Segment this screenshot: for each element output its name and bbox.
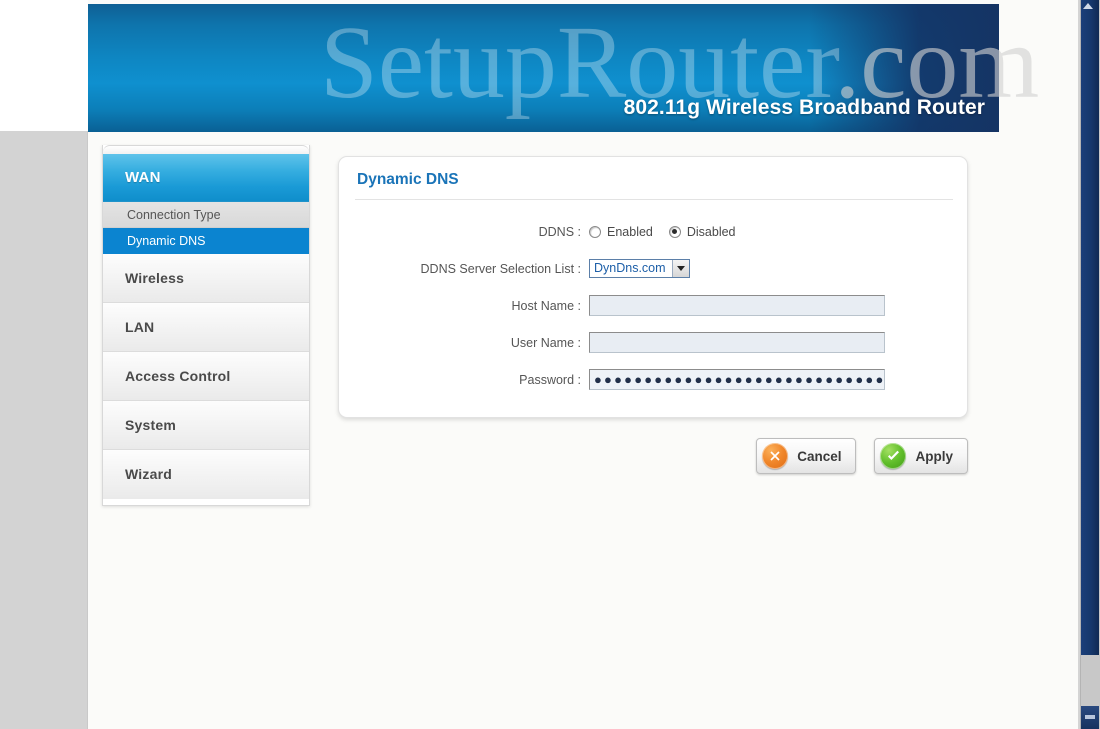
ddns-radio-enabled-label: Enabled [607, 224, 653, 239]
scroll-down-arrow-icon[interactable] [1081, 706, 1099, 729]
ddns-radio-disabled-label: Disabled [686, 224, 736, 239]
sidebar-nav: WAN Connection Type Dynamic DNS Wireless… [102, 145, 310, 506]
sidebar-section-wan[interactable]: WAN [103, 154, 309, 202]
sidebar-item-system-label: System [125, 417, 177, 433]
password-field: ●●●●●●●●●●●●●●●●●●●●●●●●●●●●●●●● [589, 369, 967, 390]
ddns-label: DDNS : [538, 224, 581, 239]
ddns-server-select-value: DynDns.com [594, 261, 666, 275]
dynamic-dns-panel: Dynamic DNS DDNS : Enabled Disabled DDNS… [338, 156, 968, 418]
sidebar-top-cap [103, 145, 309, 154]
header-banner: 802.11g Wireless Broadband Router [88, 4, 999, 132]
ddns-radio-disabled[interactable]: Disabled [668, 224, 736, 239]
sidebar-item-access-control-label: Access Control [125, 368, 231, 384]
sidebar-item-wizard-label: Wizard [125, 466, 172, 482]
radio-icon-disabled[interactable] [668, 225, 681, 238]
password-label: Password : [519, 372, 581, 387]
check-icon [880, 443, 907, 469]
form-row-host-name: Host Name : [339, 287, 967, 324]
form-row-server-list: DDNS Server Selection List : DynDns.com [339, 250, 967, 287]
sidebar-item-lan[interactable]: LAN [103, 303, 309, 352]
sidebar-item-access-control[interactable]: Access Control [103, 352, 309, 401]
form-actions: Cancel Apply [338, 438, 968, 474]
host-name-field [589, 295, 967, 316]
page-title: Dynamic DNS [357, 171, 459, 188]
sidebar-item-wireless[interactable]: Wireless [103, 254, 309, 303]
ddns-radio-group: Enabled Disabled [589, 225, 752, 239]
sidebar-item-wizard[interactable]: Wizard [103, 450, 309, 499]
form-row-password: Password : ●●●●●●●●●●●●●●●●●●●●●●●●●●●●●… [339, 361, 967, 398]
sidebar-section-wan-label: WAN [125, 169, 161, 186]
server-list-label: DDNS Server Selection List : [420, 261, 581, 276]
server-list-field: DynDns.com [589, 259, 967, 278]
apply-button-label: Apply [915, 448, 953, 464]
cancel-button[interactable]: Cancel [756, 438, 857, 474]
vertical-scrollbar-thumb[interactable] [1081, 0, 1099, 655]
user-name-field [589, 332, 967, 353]
ddns-radio-enabled[interactable]: Enabled [589, 225, 653, 239]
chevron-down-icon[interactable] [671, 260, 689, 277]
cancel-button-label: Cancel [797, 448, 842, 464]
sidebar-item-dynamic-dns-label: Dynamic DNS [127, 234, 206, 248]
sidebar-item-dynamic-dns[interactable]: Dynamic DNS [103, 228, 309, 254]
sidebar-item-wireless-label: Wireless [125, 270, 185, 286]
ddns-field: Enabled Disabled [589, 225, 967, 239]
password-input[interactable]: ●●●●●●●●●●●●●●●●●●●●●●●●●●●●●●●● [589, 369, 885, 390]
sidebar-item-lan-label: LAN [125, 319, 155, 335]
form-row-user-name: User Name : [339, 324, 967, 361]
user-name-label: User Name : [510, 335, 581, 350]
radio-icon-enabled[interactable] [589, 225, 601, 238]
cancel-x-icon [762, 443, 789, 469]
title-divider [355, 199, 953, 200]
scroll-up-arrow-icon[interactable] [1083, 3, 1093, 9]
host-name-input[interactable] [589, 295, 885, 316]
dynamic-dns-form: DDNS : Enabled Disabled DDNS Server Sele… [339, 213, 967, 398]
sidebar-item-connection-type-label: Connection Type [127, 208, 221, 222]
apply-button[interactable]: Apply [874, 438, 968, 474]
product-title: 802.11g Wireless Broadband Router [623, 96, 985, 119]
page-root: 802.11g Wireless Broadband Router SetupR… [0, 0, 1100, 729]
left-gutter-top [0, 0, 88, 131]
host-name-label: Host Name : [511, 298, 581, 313]
user-name-input[interactable] [589, 332, 885, 353]
sidebar-item-connection-type[interactable]: Connection Type [103, 202, 309, 228]
form-row-ddns: DDNS : Enabled Disabled [339, 213, 967, 250]
left-gutter-bottom [0, 131, 88, 729]
router-admin-page: 802.11g Wireless Broadband Router SetupR… [88, 0, 1078, 729]
ddns-server-select[interactable]: DynDns.com [589, 259, 690, 278]
sidebar-item-system[interactable]: System [103, 401, 309, 450]
